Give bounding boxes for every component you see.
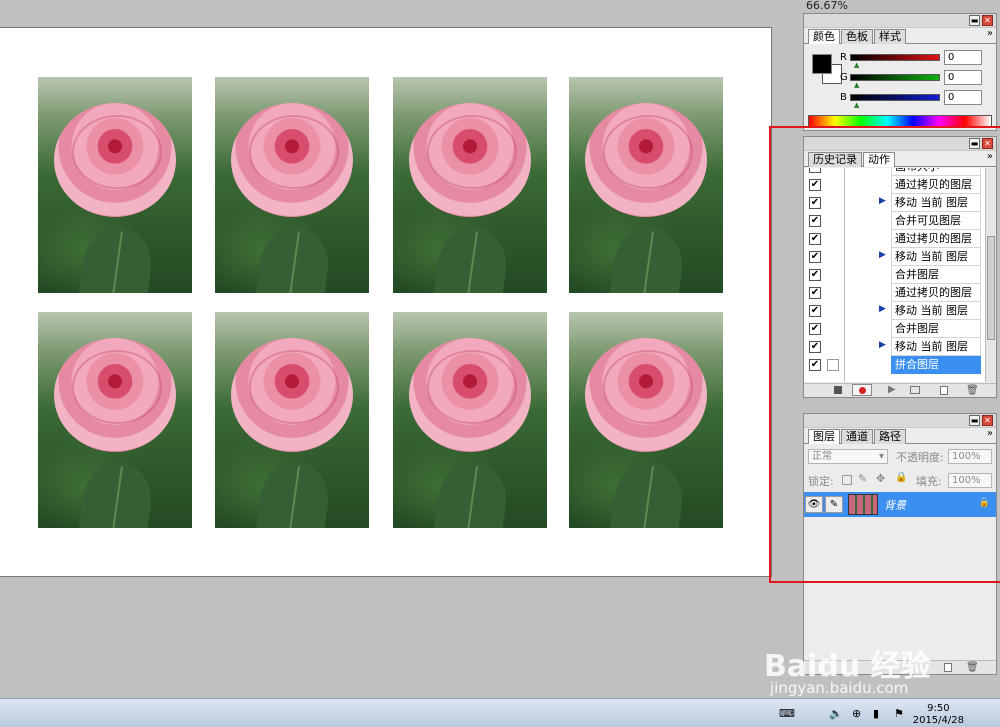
slider-b-label: B	[840, 92, 847, 103]
slider-g[interactable]: G ▲ 0	[840, 70, 1000, 89]
photo-3	[393, 77, 547, 293]
security-icon[interactable]: ⊕	[852, 708, 861, 719]
slider-g-thumb[interactable]: ▲	[854, 81, 859, 89]
system-clock[interactable]: 9:50 2015/4/28	[913, 703, 964, 727]
slider-r-thumb[interactable]: ▲	[854, 61, 859, 69]
collapse-icon[interactable]: ▬	[969, 15, 980, 26]
clock-time: 9:50	[927, 703, 950, 714]
slider-b-thumb[interactable]: ▲	[854, 101, 859, 109]
slider-b[interactable]: B ▲ 0	[840, 90, 1000, 109]
photo-6	[215, 312, 369, 528]
flag-icon[interactable]: ⚑	[894, 708, 904, 719]
slider-r[interactable]: R ▲ 0	[840, 50, 1000, 69]
photo-7	[393, 312, 547, 528]
tab-color[interactable]: 颜色	[808, 29, 840, 44]
red-highlight-box	[769, 126, 1000, 583]
trash-icon[interactable]: 🗑	[966, 662, 979, 673]
taskbar: ⌨ 🔈 ⊕ ▮ ⚑ 9:50 2015/4/28	[0, 698, 1000, 727]
slider-g-bar[interactable]	[850, 74, 940, 81]
zoom-level: 66.67%	[806, 0, 848, 11]
watermark-url: jingyan.baidu.com	[770, 679, 909, 697]
color-panel-titlebar[interactable]: ▬ ✕	[804, 14, 996, 28]
photo-8	[569, 312, 723, 528]
color-panel: ▬ ✕ 颜色 色板 样式 » R ▲ 0 G ▲ 0 B ▲ 0	[803, 13, 997, 131]
slider-g-label: G	[840, 72, 848, 83]
foreground-color-swatch-top	[812, 54, 832, 74]
slider-r-value[interactable]: 0	[944, 50, 982, 65]
photo-2	[215, 77, 369, 293]
network-icon[interactable]: ▮	[873, 708, 879, 719]
panel-menu-icon[interactable]: »	[987, 28, 993, 39]
document-canvas[interactable]	[0, 27, 772, 577]
slider-g-value[interactable]: 0	[944, 70, 982, 85]
photo-4	[569, 77, 723, 293]
photo-5	[38, 312, 192, 528]
slider-b-bar[interactable]	[850, 94, 940, 101]
slider-b-value[interactable]: 0	[944, 90, 982, 105]
photo-1	[38, 77, 192, 293]
watermark: Baidu 经验 jingyan.baidu.com	[760, 617, 960, 697]
clock-date: 2015/4/28	[912, 715, 964, 726]
close-icon[interactable]: ✕	[982, 15, 993, 26]
tab-swatches[interactable]: 色板	[841, 29, 873, 44]
tab-styles[interactable]: 样式	[874, 29, 906, 44]
volume-icon[interactable]: 🔈	[829, 708, 843, 719]
slider-r-bar[interactable]	[850, 54, 940, 61]
slider-r-label: R	[840, 52, 847, 63]
keyboard-icon[interactable]: ⌨	[779, 708, 795, 719]
